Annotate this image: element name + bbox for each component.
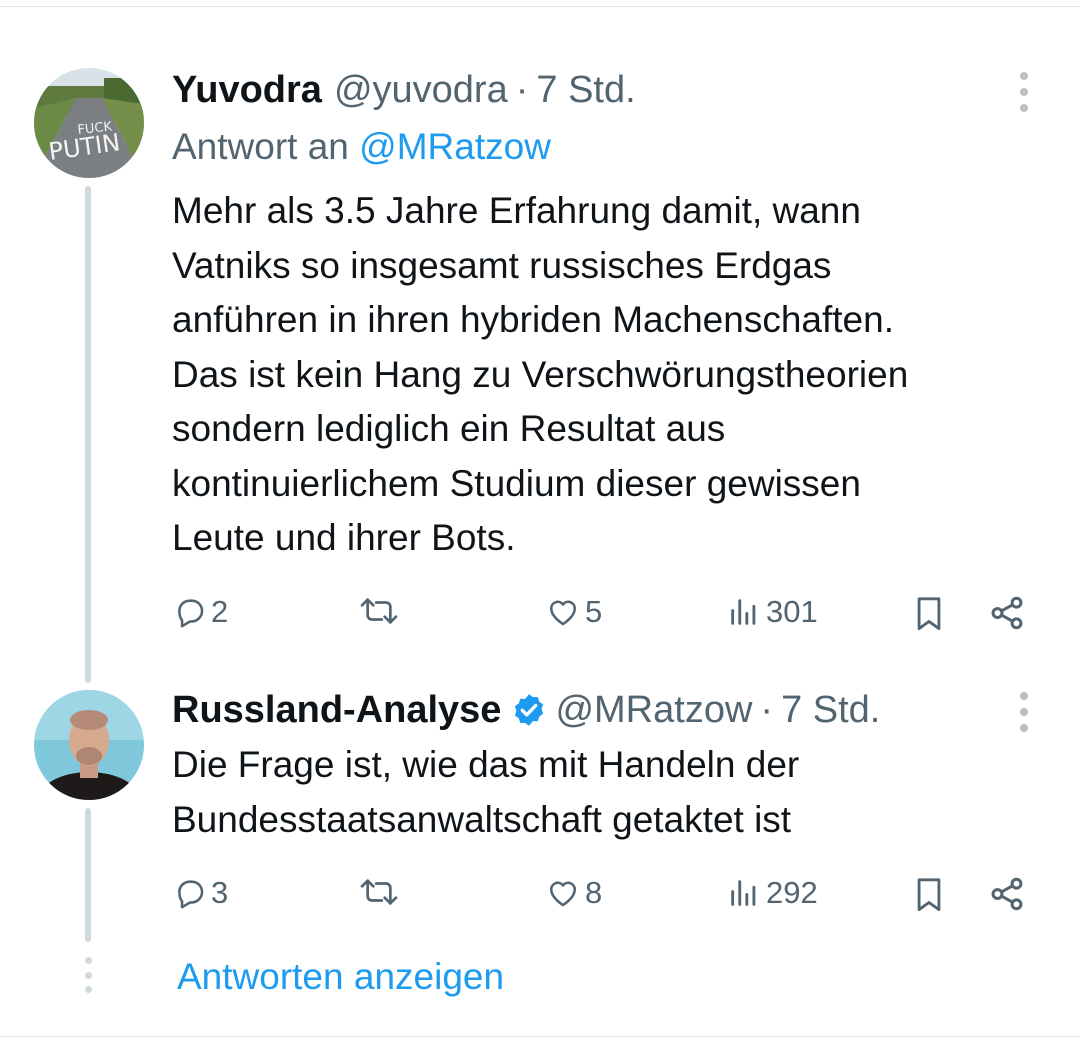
views-button[interactable]: 301 (726, 594, 818, 630)
reply-button[interactable]: 3 (173, 875, 228, 911)
views-icon (731, 599, 756, 625)
retweet-button[interactable] (357, 594, 401, 628)
like-button[interactable]: 5 (545, 594, 602, 630)
reply-count: 2 (211, 594, 229, 629)
replying-prefix: Antwort an (172, 126, 349, 167)
bookmark-button[interactable] (912, 594, 946, 632)
share-button[interactable] (988, 875, 1026, 913)
bookmark-button[interactable] (912, 875, 946, 913)
top-divider (0, 6, 1080, 7)
retweet-button[interactable] (357, 875, 401, 909)
like-icon (549, 600, 577, 626)
bottom-divider (0, 1036, 1080, 1037)
reply-icon (178, 599, 204, 628)
bookmark-icon (917, 878, 941, 911)
bookmark-icon (917, 597, 941, 630)
avatar-photo (34, 690, 144, 800)
thread-line-2 (85, 808, 91, 942)
timestamp[interactable]: 7 Std. (781, 689, 880, 732)
display-name[interactable]: Yuvodra (172, 69, 322, 112)
thread-line-1 (85, 186, 91, 683)
retweet-icon (360, 598, 398, 624)
separator: · (760, 688, 774, 731)
show-replies-link[interactable]: Antworten anzeigen (177, 956, 504, 998)
more-icon[interactable] (1014, 72, 1034, 112)
verified-badge-icon (511, 692, 547, 728)
tweet-2-text: Die Frage ist, wie das mit Handeln der B… (172, 744, 800, 840)
like-button[interactable]: 8 (545, 875, 602, 911)
avatar-russland-analyse[interactable] (34, 690, 144, 800)
share-icon (991, 596, 1023, 630)
reply-count: 3 (211, 875, 229, 910)
replying-to: Antwort an @MRatzow (172, 126, 551, 168)
separator: · (515, 68, 529, 111)
timestamp[interactable]: 7 Std. (536, 69, 635, 112)
reply-button[interactable]: 2 (173, 594, 228, 630)
user-handle[interactable]: @yuvodra (334, 69, 508, 112)
retweet-icon (360, 879, 398, 905)
views-button[interactable]: 292 (726, 875, 818, 911)
share-icon (991, 877, 1023, 911)
like-count: 5 (585, 594, 603, 629)
tweet-1-header: Yuvodra @yuvodra · 7 Std. (172, 68, 636, 112)
share-button[interactable] (988, 594, 1026, 632)
like-icon (549, 881, 577, 907)
more-icon[interactable] (1014, 692, 1034, 732)
views-count: 301 (766, 594, 818, 629)
thread-continuation-dots (83, 957, 93, 993)
avatar-photo: FUCK PUTIN (34, 68, 144, 178)
reply-icon (178, 880, 204, 909)
like-count: 8 (585, 875, 603, 910)
user-handle[interactable]: @MRatzow (555, 689, 752, 732)
replying-mention-link[interactable]: @MRatzow (359, 126, 551, 167)
tweet-2-header: Russland-Analyse @MRatzow · 7 Std. (172, 688, 880, 732)
views-icon (731, 880, 756, 906)
views-count: 292 (766, 875, 818, 910)
tweet-1-text: Mehr als 3.5 Jahre Erfahrung damit, wann… (172, 190, 909, 558)
display-name[interactable]: Russland-Analyse (172, 689, 501, 732)
avatar-yuvodra[interactable]: FUCK PUTIN (34, 68, 144, 178)
